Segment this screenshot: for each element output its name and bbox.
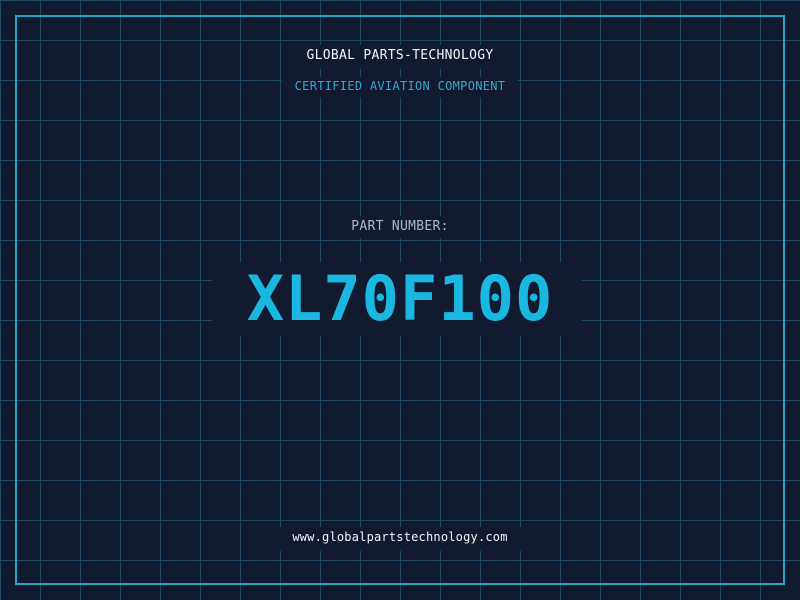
certification-subtitle: CERTIFIED AVIATION COMPONENT [294, 79, 506, 93]
part-number-label: PART NUMBER: [351, 219, 449, 234]
website-url: www.globalpartstechnology.com [292, 530, 508, 544]
label-canvas: GLOBAL PARTS-TECHNOLOGY CERTIFIED AVIATI… [0, 0, 800, 600]
part-number-value: XL70F100 [246, 262, 554, 335]
company-name: GLOBAL PARTS-TECHNOLOGY [306, 48, 494, 63]
